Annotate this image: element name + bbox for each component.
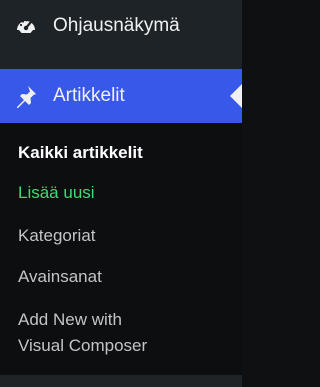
dashboard-gauge-icon bbox=[14, 14, 38, 38]
next-menu-edge bbox=[0, 375, 242, 387]
articles-submenu: Kaikki artikkelit Lisää uusi Kategoriat … bbox=[0, 123, 242, 375]
menu-item-dashboard[interactable]: Ohjausnäkymä bbox=[0, 0, 242, 52]
submenu-item-categories[interactable]: Kategoriat bbox=[18, 223, 228, 249]
articles-label: Artikkelit bbox=[53, 85, 125, 106]
submenu-item-tags[interactable]: Avainsanat bbox=[18, 264, 228, 290]
menu-separator bbox=[0, 52, 242, 69]
admin-sidebar: Ohjausnäkymä Artikkelit Kaikki artikkeli… bbox=[0, 0, 242, 387]
current-menu-arrow bbox=[230, 84, 242, 108]
pushpin-icon bbox=[14, 84, 38, 108]
submenu-item-add-new-visual-composer[interactable]: Add New with Visual Composer bbox=[18, 307, 228, 359]
dashboard-label: Ohjausnäkymä bbox=[53, 15, 180, 36]
menu-item-articles[interactable]: Artikkelit bbox=[0, 69, 242, 123]
submenu-item-add-new[interactable]: Lisää uusi bbox=[18, 180, 228, 206]
submenu-item-all-articles[interactable]: Kaikki artikkelit bbox=[18, 140, 228, 166]
